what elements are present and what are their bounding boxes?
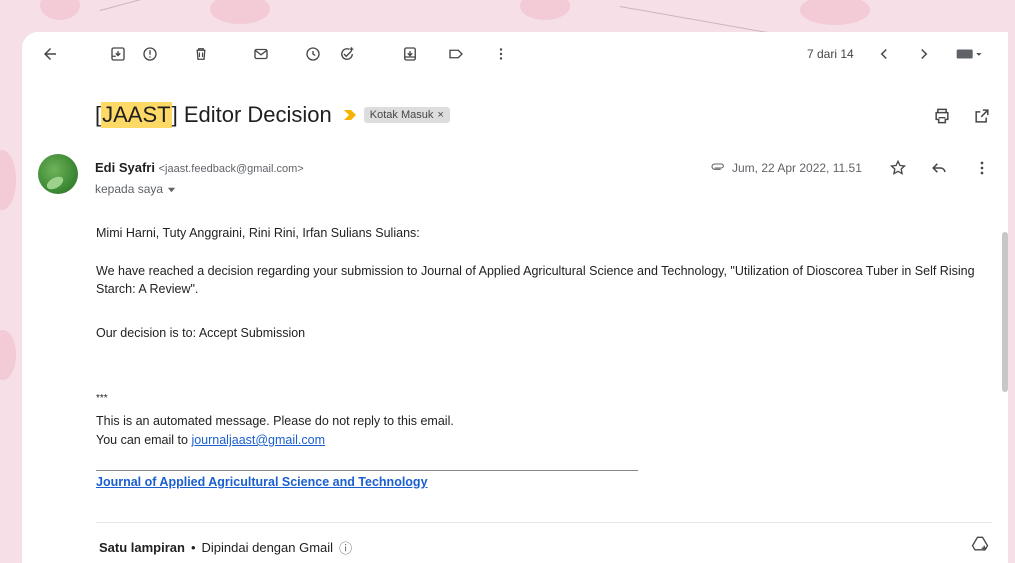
attachment-divider [96,522,992,523]
delete-icon [196,48,206,60]
subject-highlight: JAAST [101,102,172,128]
greeting: Mimi Harni, Tuty Anggraini, Rini Rini, I… [96,226,420,240]
contact-line: You can email to journaljaast@gmail.com [96,431,325,449]
back-arrow-icon [44,48,56,60]
add-task-icon [341,47,354,60]
decision-result: Our decision is to: Accept Submission [96,326,306,340]
older-button[interactable] [910,40,938,68]
recipient-line[interactable]: kepada saya [95,182,176,196]
chevron-left-icon [880,48,887,60]
snooze-button[interactable] [299,40,327,68]
email-subject: [JAAST] Editor Decision Kotak Masuk × [95,102,450,128]
label-chip-text: Kotak Masuk [369,109,434,121]
label-button[interactable] [442,40,470,68]
subject-text: ] Editor Decision [171,102,332,127]
back-button[interactable] [36,40,64,68]
importance-marker-icon[interactable] [343,109,356,121]
more-vert-icon [499,48,503,60]
mark-unread-icon [254,48,268,60]
sender-info: Edi Syafri <jaast.feedback@gmail.com> [95,160,304,175]
pager-count: 7 dari 14 [807,47,854,61]
scrollbar[interactable] [1002,232,1008,392]
contact-email-link[interactable]: journaljaast@gmail.com [191,433,325,447]
move-to-icon [404,47,416,61]
message-date: Jum, 22 Apr 2022, 11.51 [732,161,862,175]
archive-icon [111,47,125,61]
star-icon[interactable] [888,158,908,178]
contact-prefix: You can email to [96,433,192,447]
print-icon[interactable] [932,106,952,126]
scan-status: Dipindai dengan Gmail [201,540,334,555]
label-icon [449,49,463,59]
message-meta: Jum, 22 Apr 2022, 11.51 [710,160,862,176]
sender-name[interactable]: Edi Syafri [95,160,155,175]
decision-paragraph: We have reached a decision regarding you… [96,264,975,296]
journal-link[interactable]: Journal of Applied Agricultural Science … [96,475,428,489]
add-to-drive-icon[interactable] [970,534,990,554]
move-to-button[interactable] [396,40,424,68]
message-more-icon[interactable] [972,158,992,178]
more-options-button[interactable] [487,40,515,68]
label-chip-inbox[interactable]: Kotak Masuk × [363,107,450,123]
attachment-icon [711,163,724,170]
avatar[interactable] [38,154,78,194]
attachment-separator: • [190,540,196,555]
newer-button[interactable] [870,40,898,68]
automated-notice: This is an automated message. Please do … [96,414,454,428]
info-icon[interactable]: ⓘ [339,538,352,557]
separator-stars: *** [96,393,108,404]
report-spam-button[interactable] [136,40,164,68]
signature-divider [96,470,638,471]
delete-button[interactable] [187,40,215,68]
open-new-window-icon[interactable] [972,106,992,126]
add-task-button[interactable] [333,40,361,68]
archive-button[interactable] [104,40,132,68]
snooze-icon [306,47,320,61]
input-tools-button[interactable] [950,40,990,68]
email-panel: 7 dari 14 [JAAST] Editor Decision Kotak … [22,32,1008,563]
reply-icon[interactable] [929,158,949,178]
email-toolbar: 7 dari 14 [22,32,1008,76]
mark-unread-button[interactable] [247,40,275,68]
attachment-title: Satu lampiran [99,540,185,555]
chevron-right-icon [921,48,928,60]
report-spam-icon [143,47,157,61]
recipient-text: kepada saya [95,182,164,196]
keyboard-icon [956,49,982,59]
dropdown-arrow-icon[interactable] [167,185,176,194]
sender-email: <jaast.feedback@gmail.com> [158,163,304,175]
remove-label-button[interactable]: × [437,109,443,121]
attachment-header: Satu lampiran • Dipindai dengan Gmail ⓘ [99,538,352,557]
